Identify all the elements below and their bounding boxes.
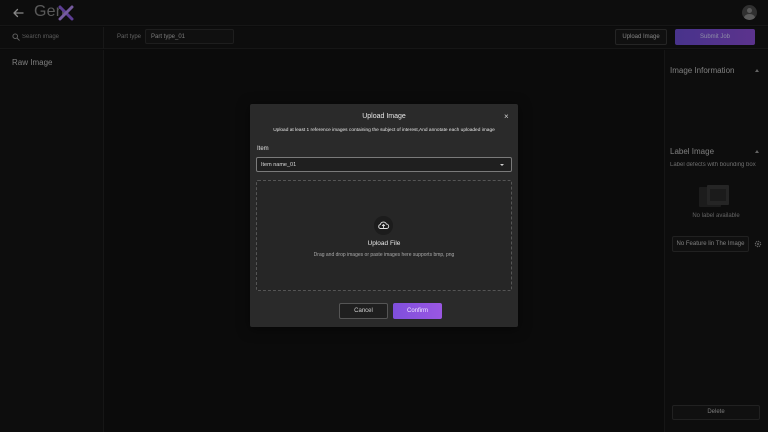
- upload-image-modal: Upload Image × Upload at least 1 referen…: [250, 104, 518, 327]
- confirm-button[interactable]: Confirm: [393, 303, 442, 319]
- cloud-upload-icon[interactable]: [374, 216, 393, 235]
- chevron-down-icon[interactable]: [500, 164, 504, 166]
- upload-file-hint: Drag and drop images or paste images her…: [313, 252, 455, 258]
- file-dropzone[interactable]: [256, 180, 512, 291]
- modal-title: Upload Image: [362, 113, 406, 120]
- item-select[interactable]: Item name_01: [256, 157, 512, 172]
- cancel-button[interactable]: Cancel: [339, 303, 388, 319]
- close-icon[interactable]: ×: [504, 112, 509, 121]
- modal-subtitle: Upload at least 1 reference images conta…: [273, 128, 495, 133]
- upload-file-title: Upload File: [367, 240, 401, 247]
- item-label: Item: [257, 146, 269, 152]
